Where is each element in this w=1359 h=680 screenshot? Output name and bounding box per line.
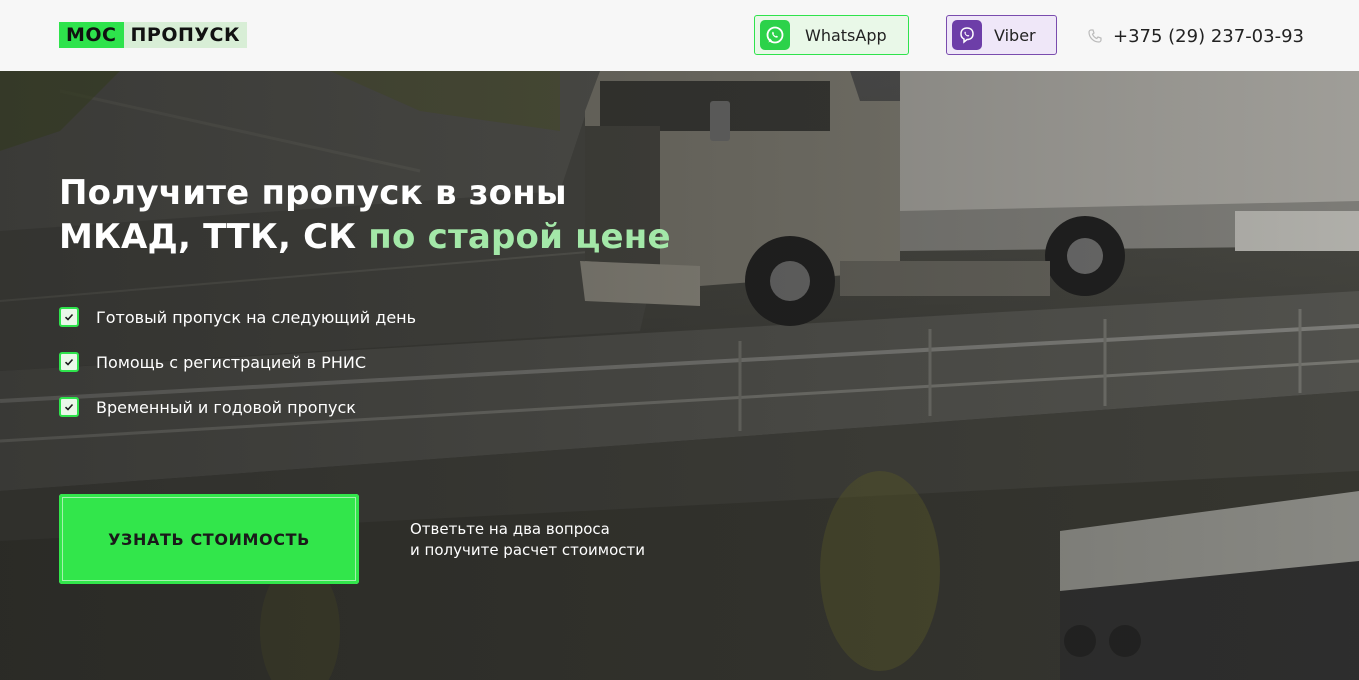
phone-number: +375 (29) 237-03-93 [1113,25,1304,47]
check-icon [59,307,79,327]
whatsapp-label: WhatsApp [805,25,887,45]
get-price-button[interactable]: УЗНАТЬ СТОИМОСТЬ [59,494,359,584]
feature-text: Помощь с регистрацией в РНИС [96,352,366,372]
whatsapp-button[interactable]: WhatsApp [754,15,909,55]
feature-item: Помощь с регистрацией в РНИС [59,350,416,374]
phone-icon [1087,28,1103,44]
hero-section: Получите пропуск в зоны МКАД, ТТК, СК по… [0,71,1359,680]
hero-headline: Получите пропуск в зоны МКАД, ТТК, СК по… [59,171,759,259]
feature-item: Временный и годовой пропуск [59,395,416,419]
cta-note-line-2: и получите расчет стоимости [410,541,646,559]
check-icon [59,397,79,417]
logo-part-propusk: ПРОПУСК [123,22,248,48]
cta-note: Ответьте на два вопроса и получите расче… [410,519,645,561]
logo[interactable]: МОС ПРОПУСК [59,22,248,48]
feature-item: Готовый пропуск на следующий день [59,305,416,329]
viber-label: Viber [994,25,1036,45]
logo-part-mos: МОС [59,22,124,48]
viber-button[interactable]: Viber [946,15,1057,55]
headline-accent: по старой цене [368,217,671,257]
cta-note-line-1: Ответьте на два вопроса [410,520,610,538]
headline-line-2: МКАД, ТТК, СК [59,217,369,257]
site-header: МОС ПРОПУСК WhatsApp Viber +375 (29) 237… [0,0,1359,71]
feature-list: Готовый пропуск на следующий день Помощь… [59,305,416,440]
check-icon [59,352,79,372]
headline-line-1: Получите пропуск в зоны [59,173,567,213]
viber-icon [952,20,982,50]
whatsapp-icon [760,20,790,50]
phone-link[interactable]: +375 (29) 237-03-93 [1087,24,1304,48]
feature-text: Готовый пропуск на следующий день [96,307,417,327]
feature-text: Временный и годовой пропуск [96,397,356,417]
